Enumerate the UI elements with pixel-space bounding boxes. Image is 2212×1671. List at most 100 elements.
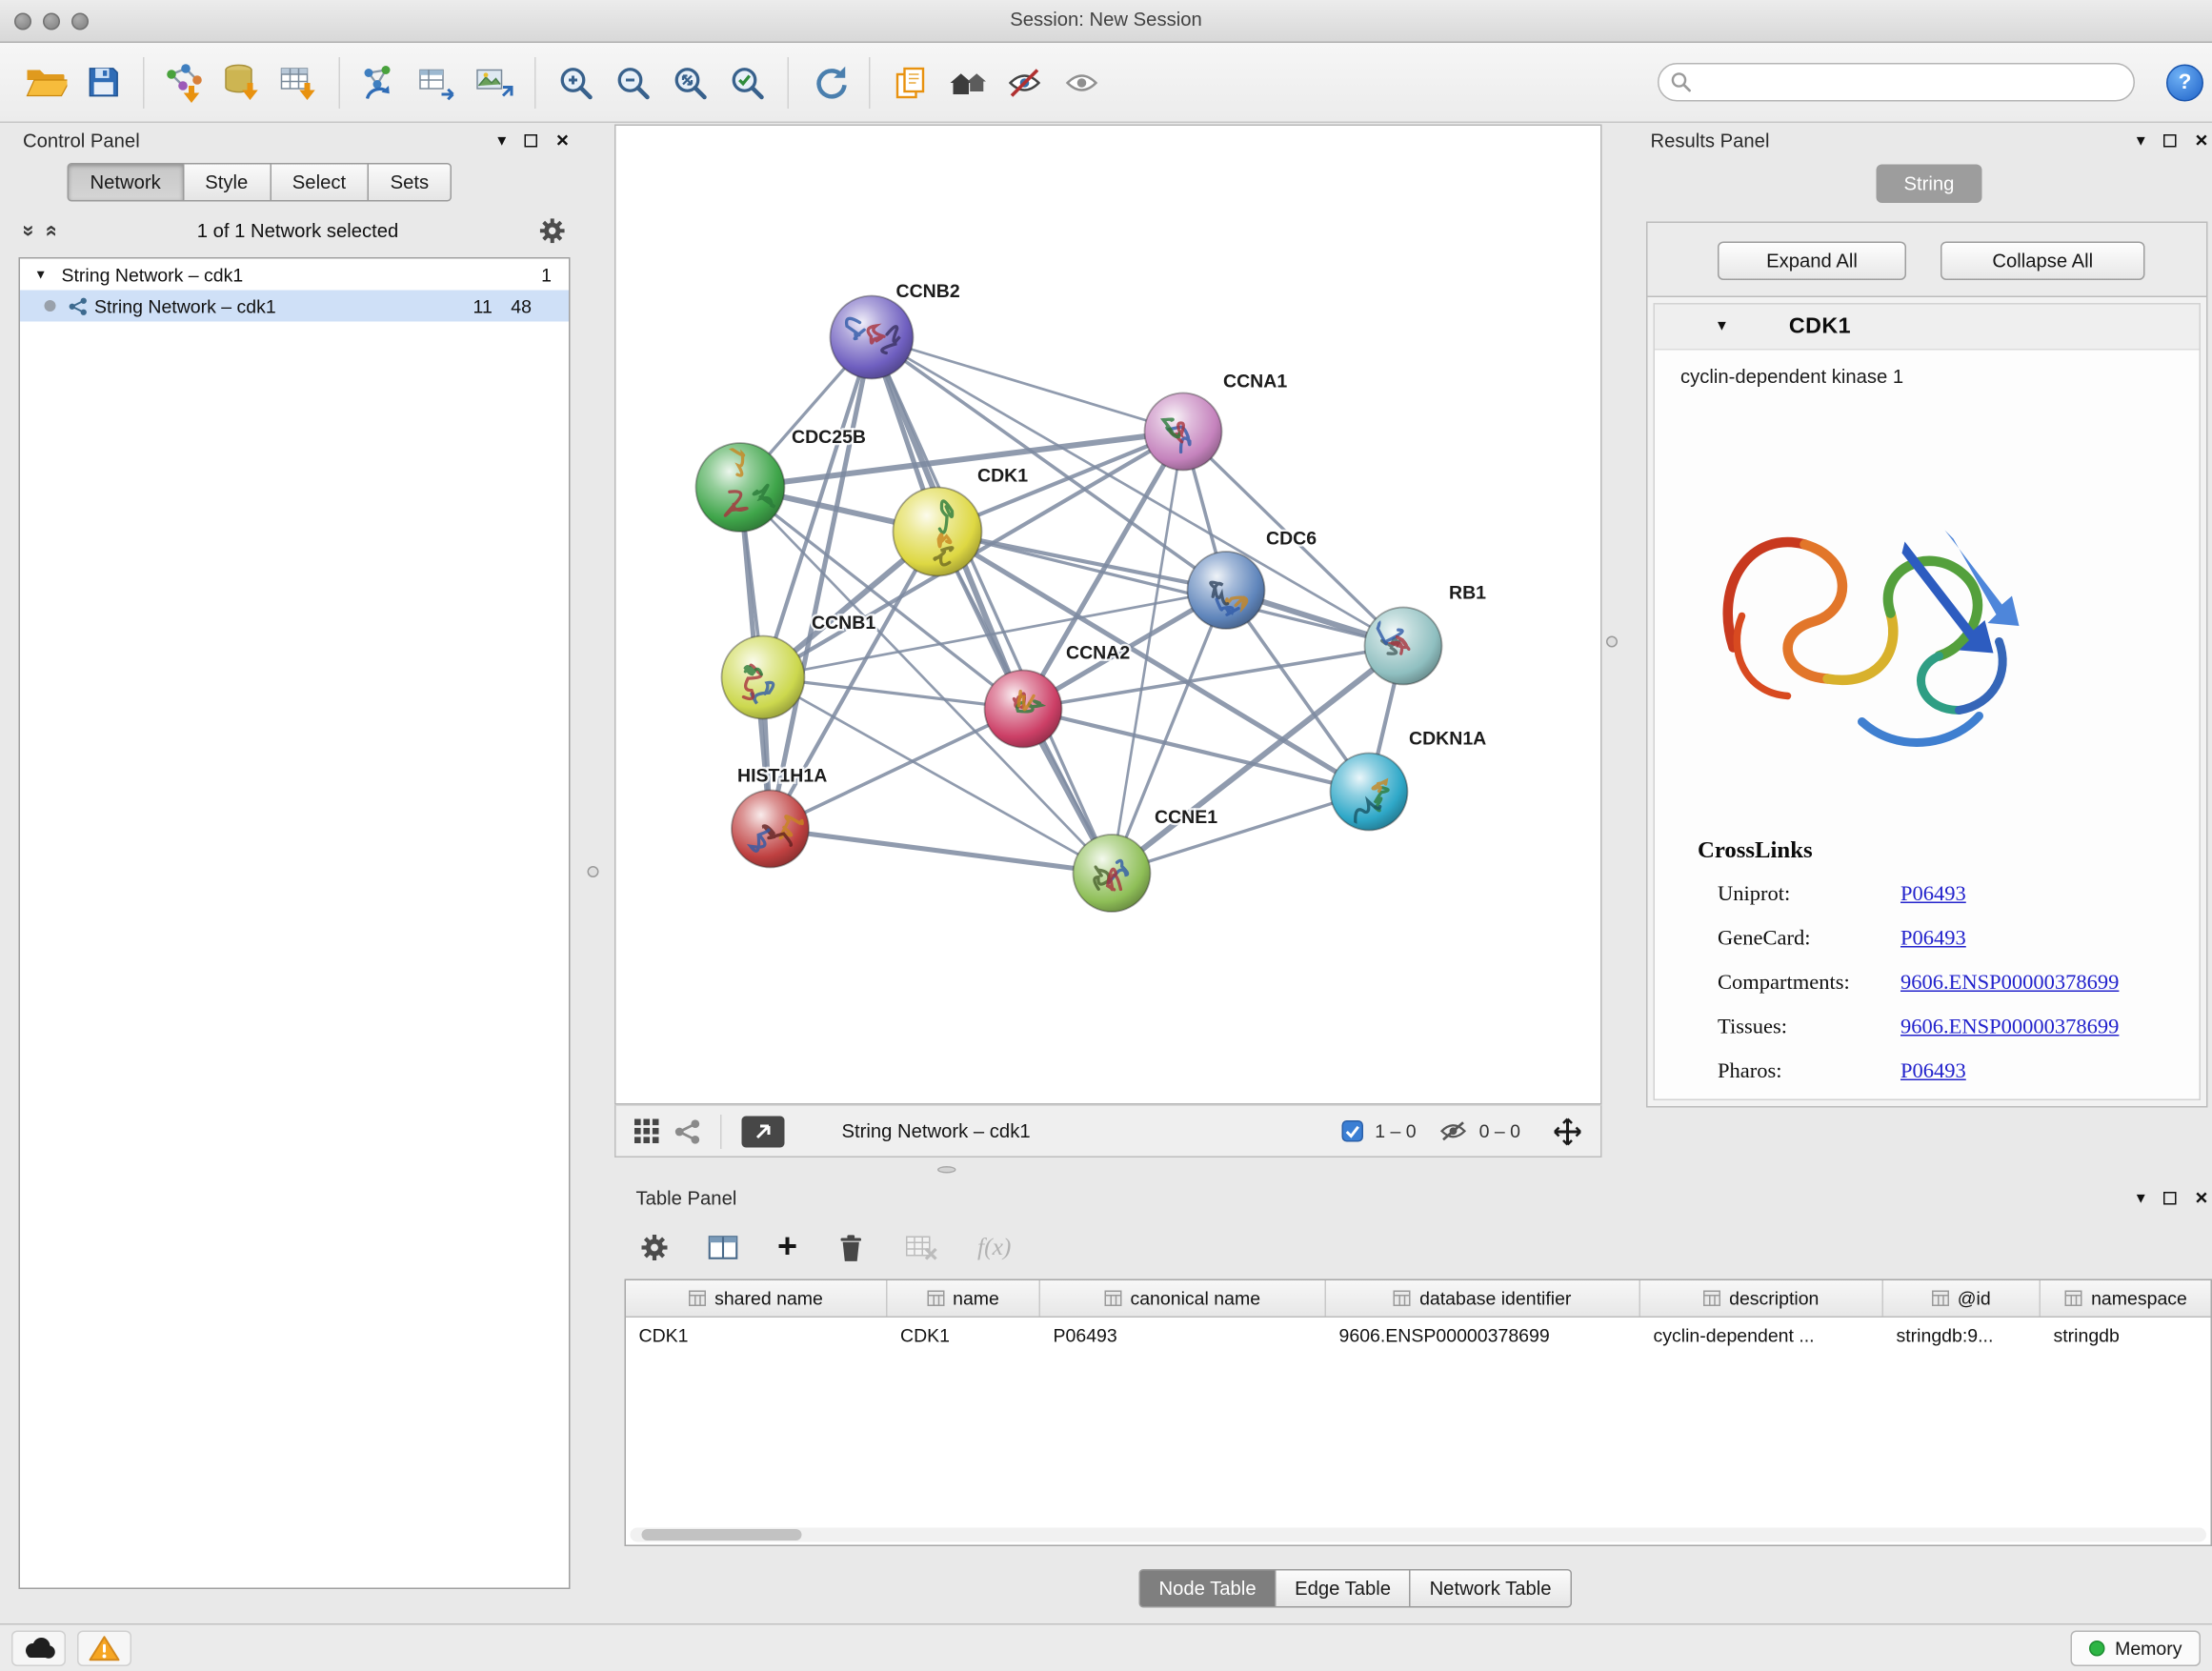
- network-node-hist1h1a[interactable]: [732, 791, 809, 868]
- network-options-gear-icon[interactable]: [539, 217, 567, 245]
- crosslink-link[interactable]: P06493: [1900, 1060, 1966, 1085]
- network-edge[interactable]: [872, 337, 1112, 874]
- import-network-file-button[interactable]: [156, 50, 213, 115]
- network-view-canvas[interactable]: CCNB2CCNA1CDC25BCDK1CDC6RB1CCNB1CCNA2CDK…: [614, 125, 1602, 1105]
- table-panel-collapse-icon[interactable]: ▾: [2137, 1189, 2145, 1206]
- tab-style[interactable]: Style: [184, 163, 271, 202]
- network-collection-row[interactable]: ▼ String Network – cdk1 1: [20, 259, 569, 291]
- network-node-ccna1[interactable]: [1145, 393, 1222, 471]
- grid-view-icon[interactable]: [633, 1117, 661, 1145]
- column-header-shared-name[interactable]: shared name: [626, 1280, 888, 1317]
- column-header-namespace[interactable]: namespace: [2041, 1280, 2212, 1317]
- table-cell: P06493: [1040, 1318, 1326, 1355]
- title-bar[interactable]: Session: New Session: [0, 0, 2212, 43]
- zoom-fit-button[interactable]: [662, 50, 719, 115]
- delete-column-trash-icon[interactable]: [836, 1231, 867, 1264]
- tab-sets[interactable]: Sets: [369, 163, 452, 202]
- right-splitter-handle[interactable]: [1606, 636, 1618, 648]
- left-splitter-handle[interactable]: [588, 866, 599, 877]
- function-builder-button[interactable]: f(x): [977, 1234, 1011, 1262]
- control-panel-close-icon[interactable]: ×: [556, 130, 569, 151]
- network-graph[interactable]: CCNB2CCNA1CDC25BCDK1CDC6RB1CCNB1CCNA2CDK…: [616, 126, 1601, 1103]
- expand-all-icon[interactable]: »: [18, 225, 40, 237]
- network-node-ccna2[interactable]: [985, 671, 1062, 748]
- column-header--id[interactable]: @id: [1883, 1280, 2041, 1317]
- gene-section-header[interactable]: ▼ CDK1: [1655, 305, 2200, 351]
- network-edge[interactable]: [771, 829, 1113, 874]
- network-edge[interactable]: [1112, 792, 1369, 874]
- table-settings-gear-icon[interactable]: [640, 1234, 669, 1262]
- gene-collapse-icon[interactable]: ▼: [1715, 319, 1729, 335]
- add-column-button[interactable]: +: [777, 1231, 797, 1265]
- network-node-cdkn1a[interactable]: [1331, 754, 1408, 831]
- warning-button[interactable]: [77, 1630, 131, 1666]
- external-link-button[interactable]: [742, 1116, 785, 1147]
- search-input[interactable]: [1658, 63, 2135, 102]
- refresh-button[interactable]: [800, 50, 857, 115]
- crosslink-label: Tissues:: [1718, 1017, 1900, 1041]
- network-node-cdk1[interactable]: [894, 488, 982, 576]
- zoom-in-button[interactable]: [548, 50, 605, 115]
- table-tab-edge-table[interactable]: Edge Table: [1277, 1569, 1411, 1608]
- export-image-button[interactable]: [466, 50, 523, 115]
- homes-button[interactable]: [939, 50, 996, 115]
- search-box[interactable]: [1658, 63, 2135, 102]
- column-header-name[interactable]: name: [888, 1280, 1041, 1317]
- network-edge[interactable]: [872, 337, 1183, 432]
- import-table-button[interactable]: [271, 50, 328, 115]
- network-node-ccnb2[interactable]: [831, 296, 914, 379]
- network-node-ccnb1[interactable]: [722, 636, 805, 719]
- zoom-selected-button[interactable]: [719, 50, 776, 115]
- hidden-eye-icon[interactable]: [1439, 1119, 1468, 1144]
- results-panel-close-icon[interactable]: ×: [2195, 130, 2207, 151]
- hide-selected-button[interactable]: [996, 50, 1054, 115]
- network-row-selected[interactable]: String Network – cdk1 11 48: [20, 291, 569, 322]
- share-network-icon[interactable]: [674, 1118, 700, 1144]
- tab-string[interactable]: String: [1877, 165, 1982, 204]
- table-panel-float-icon[interactable]: [2163, 1191, 2177, 1204]
- move-tool-icon[interactable]: [1552, 1116, 1583, 1147]
- table-tab-node-table[interactable]: Node Table: [1139, 1569, 1277, 1608]
- zoom-out-button[interactable]: [605, 50, 662, 115]
- scrollbar-thumb[interactable]: [642, 1529, 802, 1540]
- expand-all-button[interactable]: Expand All: [1718, 242, 1906, 281]
- network-node-cdc6[interactable]: [1188, 552, 1265, 629]
- crosslink-link[interactable]: 9606.ENSP00000378699: [1900, 1017, 2119, 1041]
- save-session-button[interactable]: [74, 50, 131, 115]
- table-horizontal-scrollbar[interactable]: [631, 1528, 2207, 1542]
- selected-checkbox-icon[interactable]: [1342, 1120, 1364, 1142]
- network-node-rb1[interactable]: [1365, 608, 1442, 685]
- open-session-button[interactable]: [17, 50, 74, 115]
- network-node-ccne1[interactable]: [1074, 835, 1151, 912]
- crosslink-link[interactable]: 9606.ENSP00000378699: [1900, 972, 2119, 997]
- network-table-button[interactable]: [409, 50, 466, 115]
- results-panel-float-icon[interactable]: [2163, 133, 2177, 147]
- table-panel-close-icon[interactable]: ×: [2195, 1187, 2207, 1209]
- tab-network[interactable]: Network: [68, 163, 184, 202]
- network-edge[interactable]: [771, 337, 873, 829]
- tab-select[interactable]: Select: [271, 163, 369, 202]
- results-panel-collapse-icon[interactable]: ▾: [2137, 131, 2145, 149]
- control-panel-float-icon[interactable]: [525, 133, 538, 147]
- column-header-database-identifier[interactable]: database identifier: [1326, 1280, 1640, 1317]
- table-tab-network-table[interactable]: Network Table: [1411, 1569, 1571, 1608]
- new-network-button[interactable]: [352, 50, 409, 115]
- collapse-all-icon[interactable]: »: [40, 225, 62, 237]
- crosslink-link[interactable]: P06493: [1900, 928, 1966, 953]
- show-columns-icon[interactable]: [708, 1234, 739, 1262]
- control-panel-collapse-icon[interactable]: ▾: [497, 131, 506, 149]
- cloud-button[interactable]: [11, 1630, 66, 1666]
- show-all-button[interactable]: [1054, 50, 1111, 115]
- help-button[interactable]: ?: [2166, 64, 2203, 101]
- document-copy-button[interactable]: [882, 50, 939, 115]
- table-row[interactable]: CDK1CDK1P064939606.ENSP00000378699cyclin…: [626, 1318, 2211, 1355]
- import-network-database-button[interactable]: [213, 50, 271, 115]
- collapse-all-button[interactable]: Collapse All: [1941, 242, 2145, 281]
- column-header-description[interactable]: description: [1640, 1280, 1883, 1317]
- horizontal-splitter-handle[interactable]: [937, 1166, 956, 1174]
- crosslink-link[interactable]: P06493: [1900, 883, 1966, 908]
- memory-button[interactable]: Memory: [2071, 1630, 2201, 1666]
- tree-collapse-icon[interactable]: ▼: [34, 268, 54, 282]
- delete-table-icon[interactable]: [905, 1235, 939, 1260]
- column-header-canonical-name[interactable]: canonical name: [1040, 1280, 1326, 1317]
